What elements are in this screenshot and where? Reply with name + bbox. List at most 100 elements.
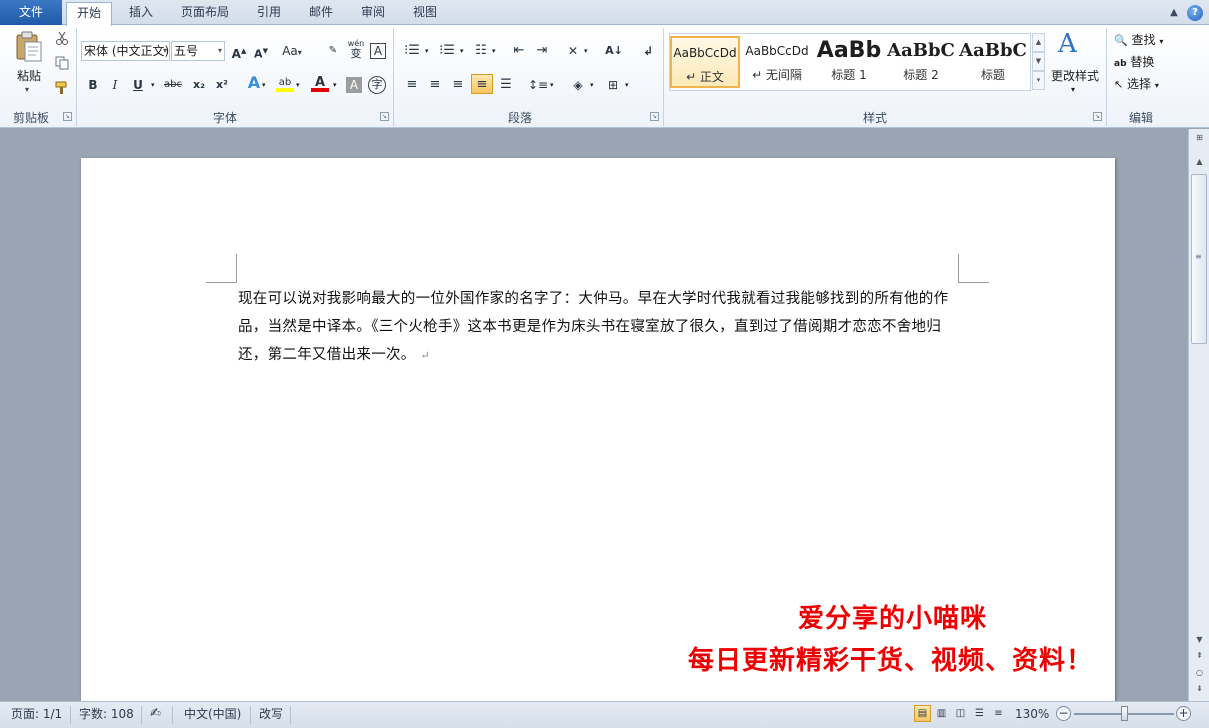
- chevron-down-icon[interactable]: ▾: [460, 47, 464, 55]
- scroll-thumb[interactable]: ≡: [1191, 174, 1207, 344]
- chevron-down-icon[interactable]: ▾: [625, 81, 629, 89]
- format-painter-icon[interactable]: [52, 81, 72, 101]
- style-no-spacing[interactable]: AaBbCcDd ↵ 无间隔: [742, 36, 812, 88]
- zoom-in-icon[interactable]: +: [1176, 706, 1191, 721]
- tab-insert[interactable]: 插入: [118, 2, 164, 25]
- increase-indent-icon[interactable]: ⇥: [532, 41, 552, 61]
- scroll-down-icon[interactable]: ▼: [1192, 633, 1207, 647]
- tab-mailings[interactable]: 邮件: [298, 2, 344, 25]
- chevron-down-icon[interactable]: ▾: [151, 81, 155, 89]
- full-screen-view-icon[interactable]: ▥: [933, 705, 950, 722]
- help-icon[interactable]: ?: [1187, 5, 1203, 21]
- previous-page-icon[interactable]: ⇞: [1192, 649, 1207, 663]
- tab-file[interactable]: 文件: [0, 0, 62, 25]
- phonetic-guide-icon[interactable]: wén 变: [346, 39, 366, 59]
- highlight-button[interactable]: ab: [275, 73, 295, 93]
- outline-view-icon[interactable]: ☰: [971, 705, 988, 722]
- chevron-down-icon[interactable]: ▾: [550, 81, 554, 89]
- numbering-icon[interactable]: ⁝☰: [437, 41, 457, 61]
- tab-page-layout[interactable]: 页面布局: [170, 2, 240, 25]
- select-button[interactable]: ↖ 选择 ▾: [1114, 75, 1159, 92]
- chevron-down-icon[interactable]: ▾: [590, 81, 594, 89]
- tab-review[interactable]: 审阅: [350, 2, 396, 25]
- web-layout-view-icon[interactable]: ◫: [952, 705, 969, 722]
- cut-icon[interactable]: [52, 31, 72, 51]
- proofing-icon[interactable]: ✍: [150, 702, 161, 728]
- scroll-up-icon[interactable]: ▲: [1192, 155, 1207, 169]
- paste-icon[interactable]: [14, 31, 44, 63]
- minimize-ribbon-icon[interactable]: ▲: [1166, 5, 1182, 21]
- change-styles-button[interactable]: 更改样式: [1048, 67, 1102, 84]
- zoom-slider-knob[interactable]: [1121, 706, 1128, 721]
- document-page[interactable]: 现在可以说对我影响最大的一位外国作家的名字了：大仲马。早在大学时代我就看过我能够…: [81, 158, 1115, 701]
- show-marks-icon[interactable]: ↲: [638, 41, 658, 61]
- align-right-icon[interactable]: ≡: [448, 75, 468, 95]
- chevron-down-icon[interactable]: ▾: [584, 47, 588, 55]
- subscript-button[interactable]: x₂: [189, 75, 209, 95]
- chevron-down-icon[interactable]: ▾: [296, 81, 300, 89]
- strikethrough-button[interactable]: abc: [163, 75, 183, 95]
- change-styles-icon[interactable]: A: [1058, 29, 1077, 59]
- bullets-icon[interactable]: ⁝☰: [402, 41, 422, 61]
- paste-dropdown-icon[interactable]: ▾: [25, 85, 29, 94]
- style-title[interactable]: AaBbC 标题: [958, 36, 1028, 88]
- character-border-icon[interactable]: A: [370, 43, 386, 59]
- word-count[interactable]: 字数: 108: [79, 702, 134, 728]
- styles-scroll-down-icon[interactable]: ▼: [1032, 52, 1045, 71]
- italic-button[interactable]: I: [105, 75, 125, 95]
- chevron-down-icon[interactable]: ▾: [262, 81, 266, 89]
- replace-button[interactable]: ab 替换: [1114, 53, 1154, 70]
- enclose-character-button[interactable]: 字: [368, 76, 386, 94]
- zoom-out-icon[interactable]: −: [1056, 706, 1071, 721]
- copy-icon[interactable]: [52, 56, 72, 76]
- tab-home[interactable]: 开始: [66, 2, 112, 26]
- font-launcher-icon[interactable]: ↘: [380, 112, 389, 121]
- grow-font-button[interactable]: A▲: [229, 41, 249, 61]
- font-size-combo[interactable]: 五号 ▾: [171, 41, 225, 61]
- styles-launcher-icon[interactable]: ↘: [1093, 112, 1102, 121]
- font-color-button[interactable]: A: [310, 73, 330, 93]
- clear-format-icon[interactable]: ✎: [323, 41, 343, 61]
- bold-button[interactable]: B: [83, 75, 103, 95]
- shrink-font-button[interactable]: A▼: [251, 41, 271, 61]
- language-indicator[interactable]: 中文(中国): [184, 702, 241, 728]
- paragraph-launcher-icon[interactable]: ↘: [650, 112, 659, 121]
- page-count[interactable]: 页面: 1/1: [11, 702, 62, 728]
- superscript-button[interactable]: x²: [212, 75, 232, 95]
- sort-icon[interactable]: A↓: [604, 41, 624, 61]
- vertical-scrollbar[interactable]: ⊞ ▲ ≡ ▼ ⇞ ○ ⇟: [1188, 129, 1209, 701]
- zoom-level[interactable]: 130%: [1015, 702, 1049, 728]
- find-button[interactable]: 🔍 查找 ▾: [1114, 31, 1163, 48]
- style-heading-1[interactable]: AaBb 标题 1: [814, 36, 884, 88]
- align-center-icon[interactable]: ≡: [425, 75, 445, 95]
- chevron-down-icon[interactable]: ▾: [425, 47, 429, 55]
- style-normal[interactable]: AaBbCcDd ↵ 正文: [670, 36, 740, 88]
- tab-view[interactable]: 视图: [402, 2, 448, 25]
- text-effects-icon[interactable]: A: [244, 73, 264, 93]
- browse-object-icon[interactable]: ○: [1192, 666, 1207, 680]
- chevron-down-icon[interactable]: ▾: [1071, 85, 1075, 94]
- tab-references[interactable]: 引用: [246, 2, 292, 25]
- justify-icon[interactable]: ≡: [471, 74, 493, 94]
- ruler-toggle-icon[interactable]: ⊞: [1192, 131, 1207, 145]
- document-paragraph[interactable]: 现在可以说对我影响最大的一位外国作家的名字了：大仲马。早在大学时代我就看过我能够…: [238, 285, 968, 370]
- draft-view-icon[interactable]: ≡: [990, 705, 1007, 722]
- print-layout-view-icon[interactable]: ▤: [914, 705, 931, 722]
- overtype-indicator[interactable]: 改写: [259, 702, 283, 728]
- styles-scroll-up-icon[interactable]: ▲: [1032, 33, 1045, 52]
- decrease-indent-icon[interactable]: ⇤: [509, 41, 529, 61]
- character-shading-button[interactable]: A: [346, 77, 362, 93]
- style-heading-2[interactable]: AaBbC 标题 2: [886, 36, 956, 88]
- chevron-down-icon[interactable]: ▾: [492, 47, 496, 55]
- change-case-button[interactable]: Aa▾: [282, 41, 302, 61]
- multilevel-list-icon[interactable]: ☷: [471, 41, 491, 61]
- clipboard-launcher-icon[interactable]: ↘: [63, 112, 72, 121]
- distributed-icon[interactable]: ☰: [496, 75, 516, 95]
- borders-icon[interactable]: ⊞: [603, 75, 623, 95]
- chevron-down-icon[interactable]: ▾: [333, 81, 337, 89]
- paragraph-shading-icon[interactable]: ◈: [568, 75, 588, 95]
- font-name-combo[interactable]: 宋体 (中文正文) ▾: [81, 41, 170, 61]
- align-left-icon[interactable]: ≡: [402, 75, 422, 95]
- styles-more-icon[interactable]: ▾: [1032, 71, 1045, 90]
- next-page-icon[interactable]: ⇟: [1192, 682, 1207, 696]
